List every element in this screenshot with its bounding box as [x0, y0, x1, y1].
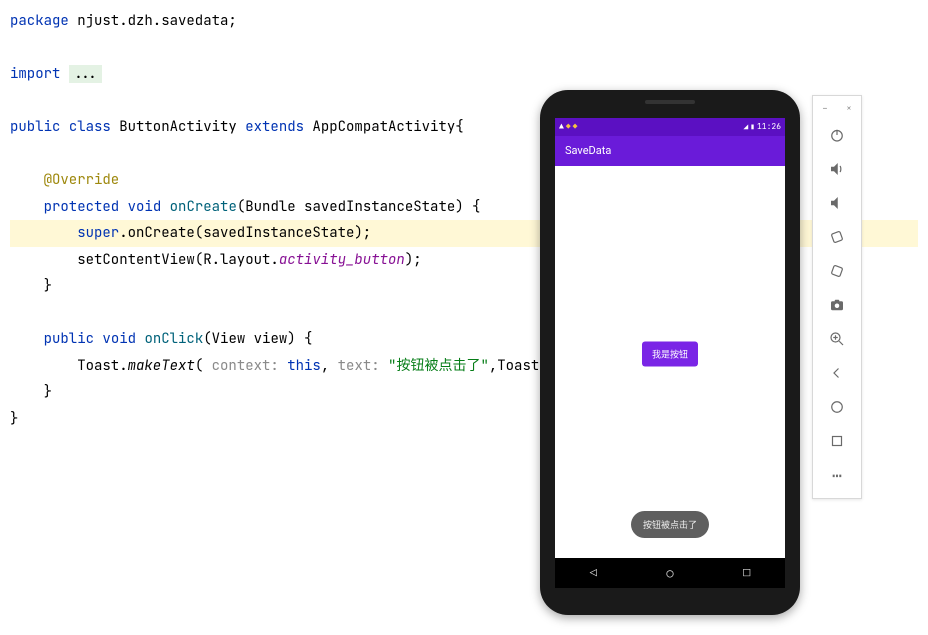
rotate-right-button[interactable] — [822, 256, 852, 286]
string-literal: "按钮被点击了" — [388, 357, 489, 375]
close-button[interactable]: × — [846, 102, 851, 114]
notification-icon: ◆ — [566, 122, 571, 132]
status-time: 11:26 — [757, 122, 781, 132]
param-hint-text: text: — [338, 357, 388, 375]
nav-home-icon[interactable]: ○ — [666, 565, 673, 581]
battery-icon: ▮ — [750, 122, 755, 132]
app-bar: SaveData — [555, 136, 785, 166]
zoom-button[interactable] — [822, 324, 852, 354]
keyword-extends: extends — [245, 118, 304, 136]
annotation-override: @Override — [44, 171, 120, 189]
package-name: njust.dzh.savedata; — [69, 12, 237, 30]
import-fold[interactable]: ... — [69, 65, 102, 83]
emulator-toolbar: – × ⋯ — [812, 95, 862, 499]
minimize-button[interactable]: – — [822, 102, 827, 114]
method-onCreate: onCreate — [170, 198, 237, 216]
home-button[interactable] — [822, 392, 852, 422]
class-name: ButtonActivity — [111, 118, 245, 136]
keyword-void: void — [128, 198, 162, 216]
keyword-public: public — [10, 118, 60, 136]
keyword-super: super — [77, 224, 119, 242]
signal-icon: ◢ — [743, 122, 748, 132]
notification-icon: ▲ — [559, 122, 564, 132]
rotate-left-button[interactable] — [822, 222, 852, 252]
emulator-frame: ▲ ◆ ◆ ◢ ▮ 11:26 SaveData 我是按钮 按钮被点击了 ◁ ○… — [540, 90, 800, 615]
keyword-void: void — [102, 330, 136, 348]
device-screen[interactable]: ▲ ◆ ◆ ◢ ▮ 11:26 SaveData 我是按钮 按钮被点击了 ◁ ○… — [555, 118, 785, 588]
onClick-params: (View view) { — [203, 330, 312, 348]
volume-down-button[interactable] — [822, 188, 852, 218]
brace-close: } — [44, 383, 52, 401]
onCreate-params: (Bundle savedInstanceState) { — [237, 198, 481, 216]
layout-ref: activity_button — [279, 251, 405, 269]
keyword-protected: protected — [44, 198, 120, 216]
toast-class: Toast. — [77, 357, 127, 375]
setContentView-call: setContentView(R.layout. — [77, 251, 279, 269]
more-button[interactable]: ⋯ — [822, 460, 852, 490]
super-class: AppCompatActivity{ — [304, 118, 464, 136]
volume-up-button[interactable] — [822, 154, 852, 184]
app-title: SaveData — [565, 144, 611, 157]
speaker-grille — [645, 100, 695, 104]
nav-back-icon[interactable]: ◁ — [590, 565, 597, 581]
center-button[interactable]: 我是按钮 — [642, 341, 698, 366]
brace-close: } — [44, 277, 52, 295]
keyword-import: import — [10, 65, 60, 83]
notification-icon: ◆ — [573, 122, 578, 132]
back-button[interactable] — [822, 358, 852, 388]
app-body[interactable]: 我是按钮 按钮被点击了 — [555, 166, 785, 558]
camera-button[interactable] — [822, 290, 852, 320]
status-bar: ▲ ◆ ◆ ◢ ▮ 11:26 — [555, 118, 785, 136]
method-makeText: makeText — [128, 357, 195, 375]
overview-button[interactable] — [822, 426, 852, 456]
keyword-class: class — [69, 118, 111, 136]
toast-message: 按钮被点击了 — [631, 511, 709, 538]
method-onClick: onClick — [144, 330, 203, 348]
super-call: .onCreate(savedInstanceState); — [119, 224, 371, 242]
keyword-this: this — [287, 357, 321, 375]
keyword-package: package — [10, 12, 69, 30]
nav-recent-icon[interactable]: □ — [743, 565, 750, 581]
android-nav-bar: ◁ ○ □ — [555, 558, 785, 588]
power-button[interactable] — [822, 120, 852, 150]
keyword-public: public — [44, 330, 94, 348]
brace-close: } — [10, 410, 18, 428]
param-hint-context: context: — [203, 357, 287, 375]
